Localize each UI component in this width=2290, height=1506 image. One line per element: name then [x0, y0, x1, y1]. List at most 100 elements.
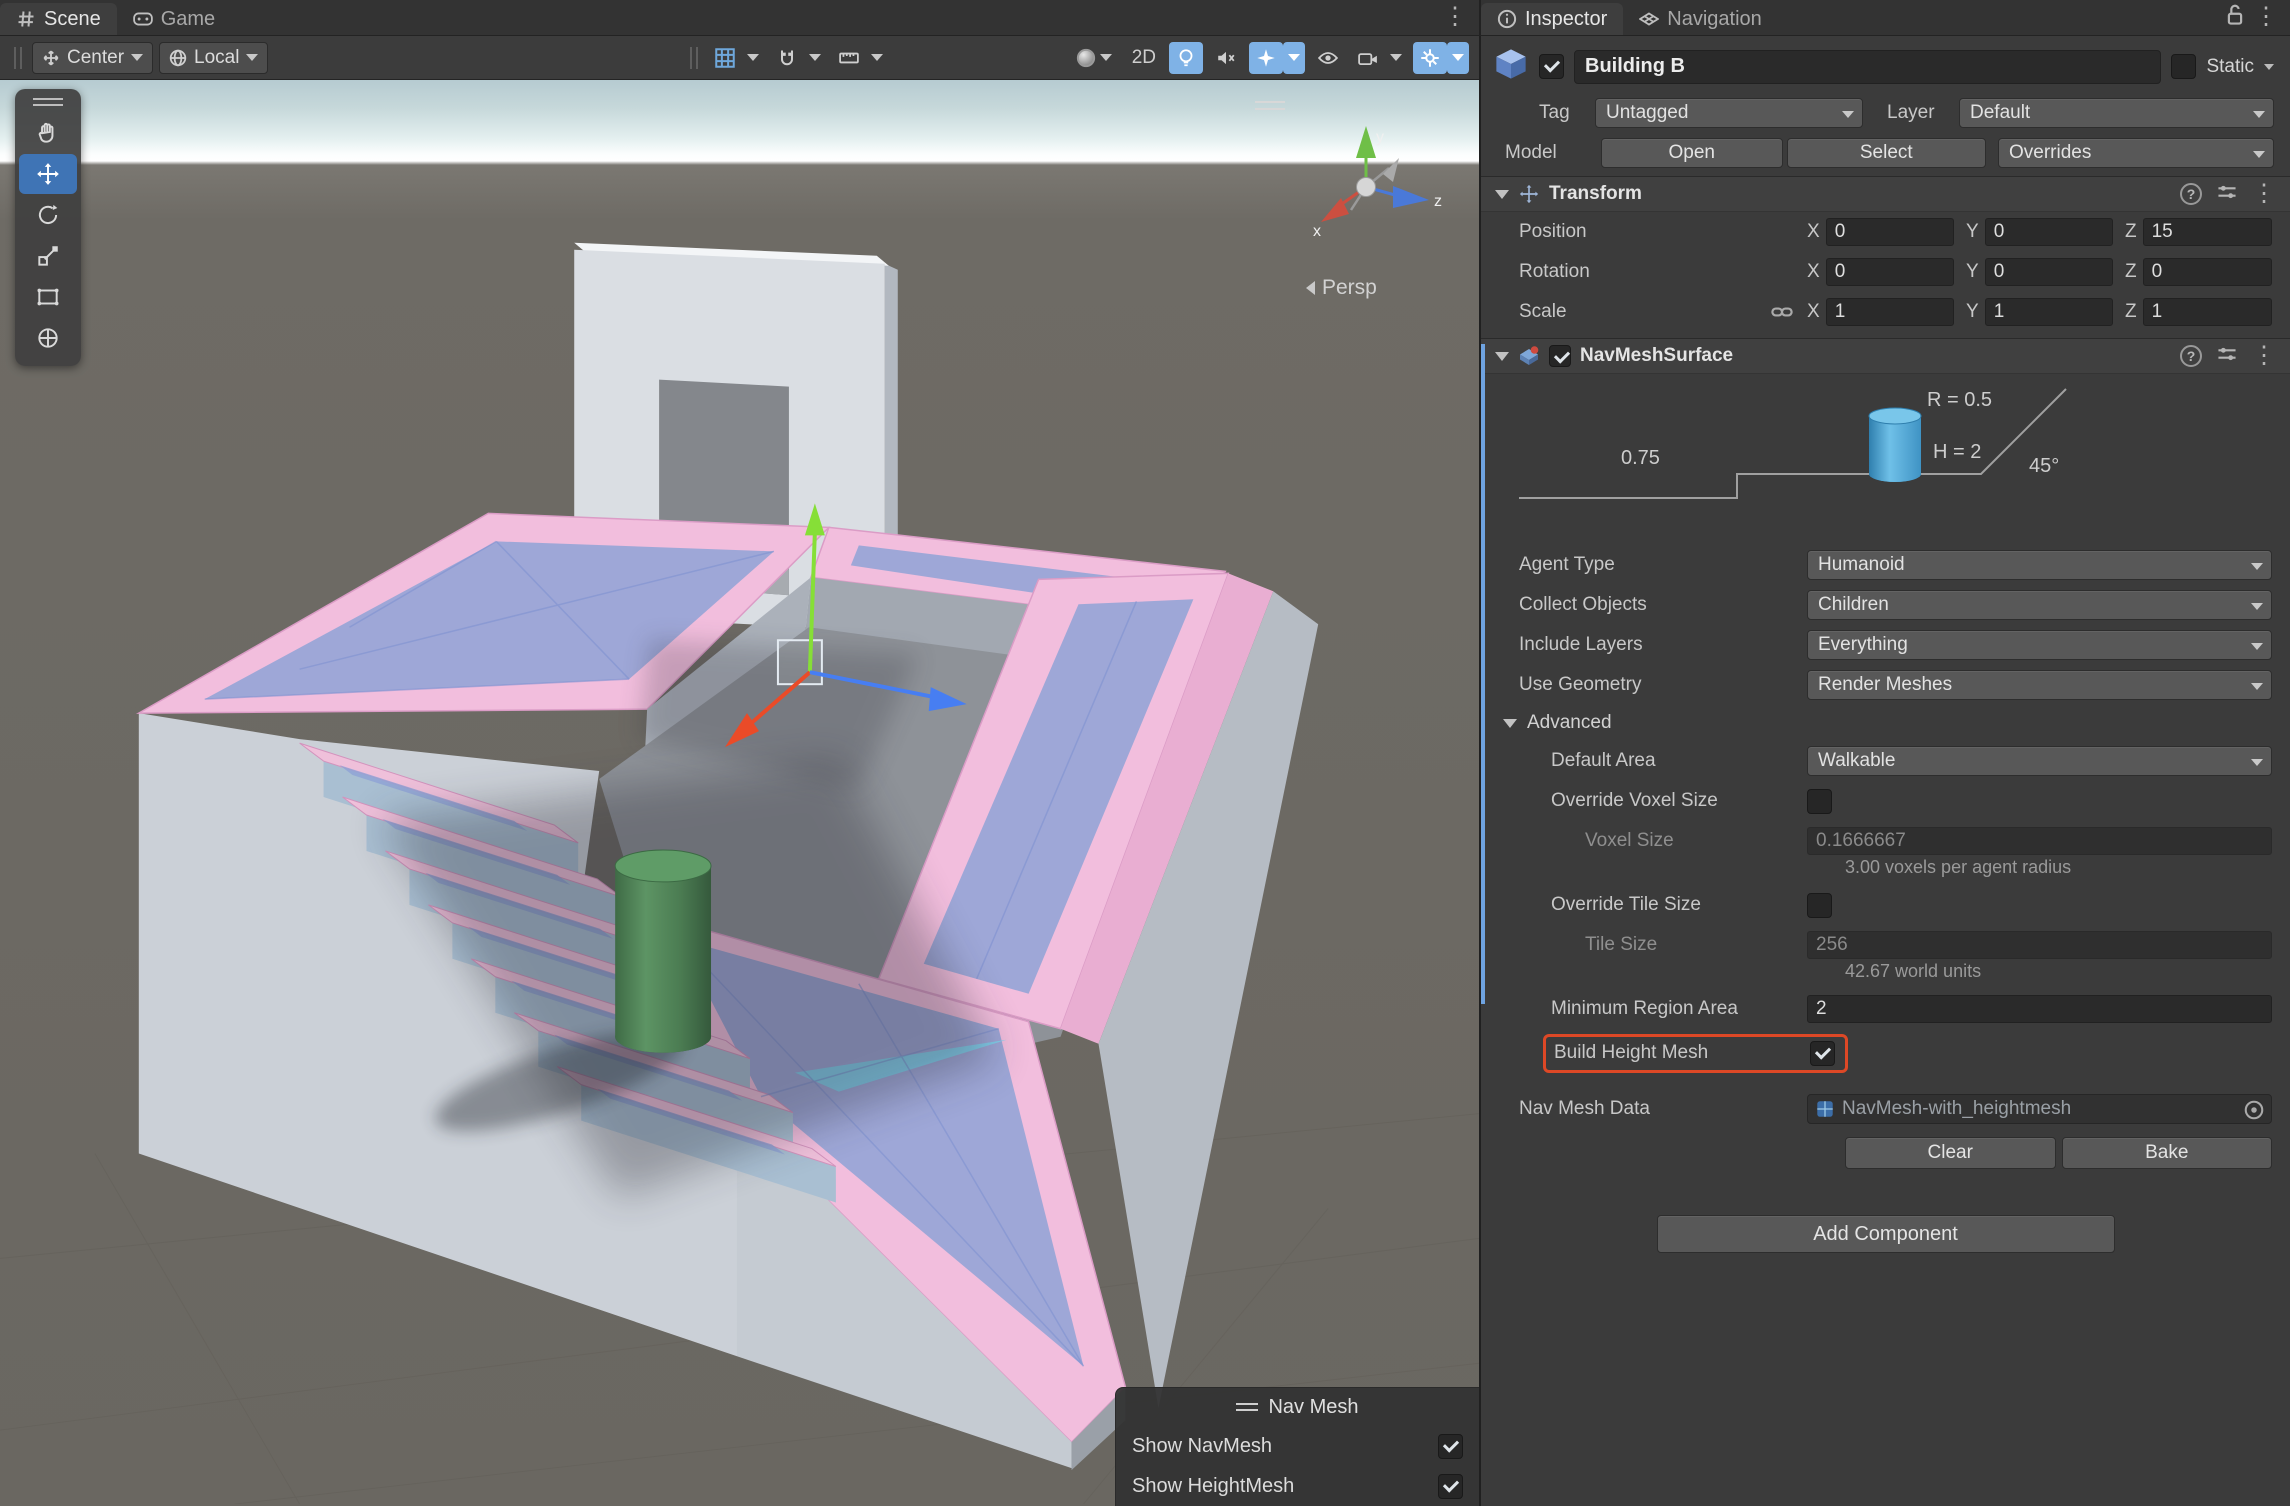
build-height-mesh-checkbox[interactable] [1810, 1041, 1835, 1066]
navmeshsurface-help-icon[interactable]: ? [2180, 345, 2202, 367]
scene-viewport[interactable]: x y z Persp Nav Mesh Show NavMesh [0, 80, 1479, 1506]
model-select-button[interactable]: Select [1787, 138, 1986, 168]
minimum-region-area-field[interactable]: 2 [1807, 995, 2272, 1023]
override-tile-size-checkbox[interactable] [1807, 893, 1832, 918]
layer-dropdown[interactable]: Default [1959, 98, 2274, 128]
advanced-foldout[interactable]: Advanced [1481, 705, 2290, 741]
palette-drag-handle[interactable] [33, 98, 63, 106]
model-row: Model Open Select Overrides [1481, 133, 2290, 176]
rotation-x-field[interactable]: 0 [1826, 258, 1954, 286]
gameobject-name-field[interactable]: Building B [1574, 50, 2161, 84]
rect-tool[interactable] [19, 277, 77, 317]
include-layers-dropdown[interactable]: Everything [1807, 630, 2272, 660]
camera-options-arrow[interactable] [1385, 42, 1407, 74]
inspector-lock-icon[interactable] [2226, 4, 2244, 31]
scale-link-icon[interactable] [1771, 305, 1793, 319]
position-x-field[interactable]: 0 [1826, 218, 1954, 246]
advanced-foldout-arrow[interactable] [1503, 719, 1517, 728]
snap-options-arrow[interactable] [804, 42, 826, 74]
gizmo-z-cone[interactable] [1393, 186, 1429, 208]
tab-scene[interactable]: Scene [0, 3, 117, 35]
position-y-field[interactable]: 0 [1985, 218, 2113, 246]
nav-mesh-data-object-field[interactable]: NavMesh-with_heightmesh [1807, 1094, 2272, 1124]
projection-mode-label[interactable]: Persp [1306, 276, 1377, 300]
gizmos-options-arrow[interactable] [1447, 42, 1469, 74]
draw-mode-dropdown[interactable] [1069, 42, 1119, 74]
model-open-button[interactable]: Open [1601, 138, 1783, 168]
gizmo-y-cone[interactable] [1356, 126, 1376, 158]
grid-visibility-button[interactable] [708, 42, 742, 74]
rotate-tool[interactable] [19, 195, 77, 235]
tab-inspector[interactable]: Inspector [1481, 3, 1623, 35]
scale-x-field[interactable]: 1 [1826, 298, 1954, 326]
rotation-z-field[interactable]: 0 [2143, 258, 2272, 286]
navmeshsurface-enabled-checkbox[interactable] [1549, 345, 1571, 367]
transform-presets-icon[interactable] [2216, 183, 2238, 206]
transform-menu-icon[interactable]: ⋮ [2252, 182, 2276, 206]
collect-objects-dropdown[interactable]: Children [1807, 590, 2272, 620]
grid-options-arrow[interactable] [742, 42, 764, 74]
override-voxel-size-checkbox[interactable] [1807, 789, 1832, 814]
transform-help-icon[interactable]: ? [2180, 183, 2202, 205]
toolbar-drag-handle[interactable] [14, 47, 22, 69]
navmeshsurface-menu-icon[interactable]: ⋮ [2252, 344, 2276, 368]
bake-button[interactable]: Bake [2062, 1137, 2273, 1169]
scene-effects-toggle[interactable] [1249, 42, 1283, 74]
transform-foldout-arrow[interactable] [1495, 190, 1509, 199]
show-heightmesh-checkbox[interactable] [1438, 1474, 1463, 1499]
ruler-icon [839, 48, 859, 68]
object-picker-icon[interactable] [2243, 1099, 2265, 1127]
gizmo-plane-handle[interactable] [778, 640, 822, 684]
show-heightmesh-row: Show HeightMesh [1116, 1466, 1479, 1506]
move-tool[interactable] [19, 154, 77, 194]
scale-y-field[interactable]: 1 [1985, 298, 2113, 326]
agent-type-dropdown[interactable]: Humanoid [1807, 550, 2272, 580]
default-area-dropdown[interactable]: Walkable [1807, 746, 2272, 776]
scene-strip-menu-icon[interactable]: ⋮ [1443, 5, 1467, 29]
navmesh-panel-drag-handle[interactable] [1236, 1399, 1258, 1415]
tab-navigation[interactable]: Navigation [1623, 3, 1778, 35]
navmeshsurface-presets-icon[interactable] [2216, 345, 2238, 368]
speaker-muted-icon [1216, 48, 1236, 68]
clear-button[interactable]: Clear [1845, 1137, 2056, 1169]
scale-z-field[interactable]: 1 [2143, 298, 2272, 326]
static-flags-arrow[interactable] [2264, 64, 2274, 70]
show-navmesh-checkbox[interactable] [1438, 1434, 1463, 1459]
navmeshsurface-foldout-arrow[interactable] [1495, 352, 1509, 361]
tag-dropdown[interactable]: Untagged [1595, 98, 1863, 128]
snap-increment-arrow[interactable] [866, 42, 888, 74]
scene-visibility-toggle[interactable] [1311, 42, 1345, 74]
handle-orientation-dropdown[interactable]: Local [159, 42, 268, 74]
pivot-mode-dropdown[interactable]: Center [32, 42, 153, 74]
use-geometry-dropdown[interactable]: Render Meshes [1807, 670, 2272, 700]
gizmos-toggle[interactable] [1413, 42, 1447, 74]
model-overrides-dropdown[interactable]: Overrides [1998, 138, 2274, 168]
default-area-row: Default Area Walkable [1481, 741, 2290, 781]
gizmo-y-label: y [1376, 129, 1384, 146]
navmeshsurface-component-header[interactable]: NavMeshSurface ? ⋮ [1481, 338, 2290, 374]
scene-camera-settings[interactable] [1351, 42, 1385, 74]
toolbar-drag-handle-2[interactable] [690, 47, 698, 69]
position-z-field[interactable]: 15 [2143, 218, 2272, 246]
rotation-y-field[interactable]: 0 [1985, 258, 2113, 286]
scene-lighting-toggle[interactable] [1169, 42, 1203, 74]
snap-toggle-button[interactable] [770, 42, 804, 74]
inspector-menu-icon[interactable]: ⋮ [2254, 5, 2278, 29]
scene-audio-toggle[interactable] [1209, 42, 1243, 74]
build-height-mesh-highlight: Build Height Mesh [1543, 1034, 1848, 1073]
tab-game[interactable]: Game [117, 3, 231, 35]
snap-increment-button[interactable] [832, 42, 866, 74]
2d-mode-button[interactable]: 2D [1125, 42, 1163, 74]
view-hand-tool[interactable] [19, 113, 77, 153]
effects-options-arrow[interactable] [1283, 42, 1305, 74]
transform-component-header[interactable]: Transform ? ⋮ [1481, 176, 2290, 212]
gameobject-active-checkbox[interactable] [1539, 54, 1564, 79]
scene-orientation-gizmo[interactable]: x y z [1281, 96, 1451, 271]
gizmo-center[interactable] [1357, 178, 1376, 197]
static-checkbox[interactable] [2171, 54, 2196, 79]
scale-tool[interactable] [19, 236, 77, 276]
transform-tool[interactable] [19, 318, 77, 358]
navmeshsurface-title: NavMeshSurface [1580, 345, 1733, 367]
scene-viewport-canvas[interactable] [0, 80, 1479, 1504]
add-component-button[interactable]: Add Component [1657, 1215, 2115, 1253]
